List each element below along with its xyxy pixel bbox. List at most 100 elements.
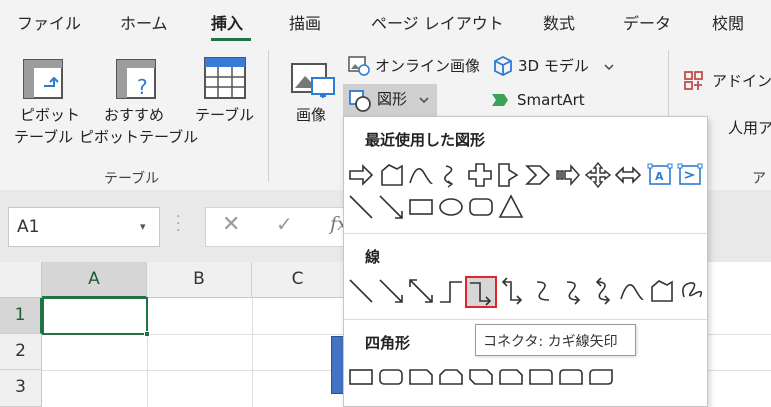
chevron-shape-icon[interactable]: [524, 161, 552, 189]
quad-arrow-shape-icon[interactable]: [584, 161, 612, 189]
personal-addins-label[interactable]: 人用ア: [728, 118, 771, 139]
vertical-textbox-shape-icon[interactable]: [676, 161, 704, 189]
tab-draw[interactable]: 描画: [289, 10, 321, 34]
online-pictures-label: オンライン画像: [375, 57, 481, 75]
scribble-shape-icon[interactable]: [678, 277, 706, 305]
smartart-icon: [492, 94, 508, 106]
tab-page-layout[interactable]: ページ レイアウト: [371, 10, 504, 34]
chevron-down-icon: [419, 97, 429, 104]
smartart-label: SmartArt: [517, 91, 585, 109]
addins-icon: [684, 71, 703, 90]
tab-data[interactable]: データ: [623, 10, 671, 34]
triangle-shape-icon[interactable]: [497, 193, 525, 221]
textbox-shape-icon[interactable]: A: [646, 161, 674, 189]
pivottable-label-1: ピボット: [20, 106, 81, 124]
table-icon: [204, 57, 246, 99]
section-header-recent: 最近使用した図形: [365, 131, 486, 149]
snip-same-side-corner-rectangle-shape-icon[interactable]: [437, 363, 465, 391]
column-header[interactable]: A: [42, 262, 147, 298]
grid-line: [252, 298, 253, 407]
pivottable-icon: [23, 59, 63, 99]
divider: [344, 319, 707, 320]
shapes-button[interactable]: 図形: [343, 84, 437, 116]
arc-shape-icon[interactable]: [407, 161, 435, 189]
tab-file[interactable]: ファイル: [17, 10, 81, 34]
chevron-down-icon[interactable]: ▾: [140, 220, 146, 233]
group-separator: [268, 50, 269, 182]
column-header[interactable]: B: [147, 262, 252, 298]
striped-arrow-shape-icon[interactable]: [554, 161, 582, 189]
svg-text:A: A: [655, 170, 664, 183]
svg-text:?: ?: [137, 75, 148, 99]
elbow-double-arrow-connector-shape-icon[interactable]: [498, 277, 526, 305]
double-arrow-line-shape-icon[interactable]: [407, 277, 435, 305]
ribbon-tab-bar: ファイル ホーム 挿入 描画 ページ レイアウト 数式 データ 校閲: [0, 0, 771, 44]
tab-home[interactable]: ホーム: [120, 10, 168, 34]
tooltip: コネクタ: カギ線矢印: [475, 324, 636, 356]
active-tab-indicator: [211, 38, 251, 41]
pivottable-label-2: テーブル: [14, 128, 74, 146]
rectangle-shape-icon[interactable]: [347, 363, 375, 391]
group-label-addins-partial: ア: [752, 171, 766, 187]
round-same-side-corner-rectangle-shape-icon[interactable]: [557, 363, 585, 391]
recommended-pivottable-icon: ?: [116, 59, 156, 99]
table-label: テーブル: [195, 106, 255, 124]
line-shape-icon[interactable]: [347, 193, 375, 221]
line-shape-icon[interactable]: [347, 277, 375, 305]
shapes-label: 図形: [377, 90, 408, 108]
picture-icon: [291, 63, 335, 98]
online-picture-icon: [348, 56, 370, 76]
row-header[interactable]: 3: [0, 370, 42, 407]
enter-check-icon[interactable]: ✓: [276, 212, 293, 236]
oval-shape-icon[interactable]: [437, 193, 465, 221]
rounded-rectangle-shape-icon[interactable]: [377, 363, 405, 391]
line-arrow-shape-icon[interactable]: [377, 193, 405, 221]
cube-icon: [494, 55, 512, 77]
curve-shape-icon[interactable]: [436, 161, 464, 189]
recommended-pivot-label-1: おすすめ: [104, 106, 165, 124]
select-all-corner[interactable]: [0, 262, 42, 298]
row-header[interactable]: 1: [0, 298, 42, 334]
round-diagonal-corner-rectangle-shape-icon[interactable]: [587, 363, 615, 391]
fill-handle[interactable]: [144, 331, 150, 337]
formula-bar-grip[interactable]: · · ·: [176, 210, 182, 238]
recommended-pivot-label-2: ピボットテーブル: [79, 128, 199, 146]
freeform-shape-icon[interactable]: [378, 161, 406, 189]
divider: [344, 233, 707, 234]
section-header-rectangles: 四角形: [365, 334, 411, 352]
cancel-icon[interactable]: ✕: [222, 212, 240, 237]
active-cell[interactable]: [42, 297, 148, 335]
line-arrow-shape-icon[interactable]: [377, 277, 405, 305]
callout-shape-icon[interactable]: [495, 161, 523, 189]
tab-insert[interactable]: 挿入: [211, 10, 243, 34]
rounded-rectangle-shape-icon[interactable]: [467, 193, 495, 221]
curve-shape-icon[interactable]: [618, 277, 646, 305]
round-single-corner-rectangle-shape-icon[interactable]: [527, 363, 555, 391]
snip-single-corner-rectangle-shape-icon[interactable]: [407, 363, 435, 391]
3d-models-label: 3D モデル: [518, 57, 589, 75]
tab-formulas[interactable]: 数式: [543, 10, 575, 34]
left-right-arrow-shape-icon[interactable]: [614, 161, 642, 189]
shapes-gallery: 最近使用した図形 A 線 四角形: [343, 116, 708, 407]
rectangle-shape-icon[interactable]: [407, 193, 435, 221]
group-label-tables: テーブル: [104, 171, 160, 187]
name-box[interactable]: A1: [8, 207, 160, 247]
pictures-label: 画像: [296, 106, 327, 124]
shapes-icon: [349, 90, 371, 112]
elbow-arrow-connector-shape-icon[interactable]: [465, 276, 497, 308]
addins-label: アドインを: [712, 72, 771, 90]
freeform-shape-icon[interactable]: [648, 277, 676, 305]
plus-shape-icon[interactable]: [466, 161, 494, 189]
chevron-down-icon: [604, 64, 614, 71]
tab-review[interactable]: 校閲: [712, 10, 744, 34]
snip-round-corner-rectangle-shape-icon[interactable]: [497, 363, 525, 391]
column-header[interactable]: C: [252, 262, 344, 298]
curved-connector-shape-icon[interactable]: [528, 277, 556, 305]
section-header-lines: 線: [365, 248, 381, 266]
snip-diagonal-corner-rectangle-shape-icon[interactable]: [467, 363, 495, 391]
curved-double-arrow-connector-shape-icon[interactable]: [588, 277, 616, 305]
right-arrow-shape-icon[interactable]: [347, 161, 375, 189]
elbow-connector-shape-icon[interactable]: [437, 277, 465, 305]
curved-arrow-connector-shape-icon[interactable]: [558, 277, 586, 305]
row-header[interactable]: 2: [0, 334, 42, 370]
